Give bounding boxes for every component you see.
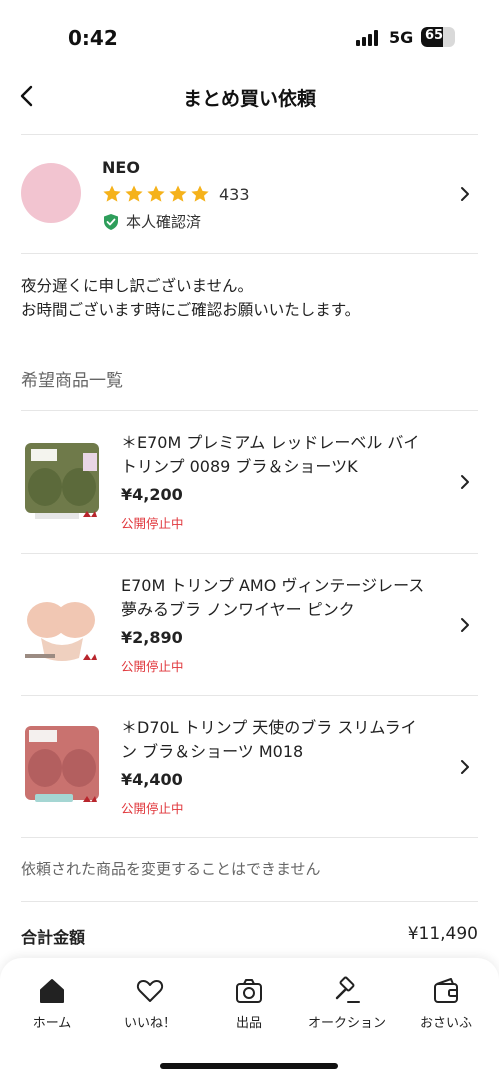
nav-bar: まとめ買い依頼 [0, 70, 499, 124]
home-indicator [160, 1063, 338, 1069]
verified-label: 本人確認済 [126, 213, 202, 231]
star-icon [103, 185, 121, 202]
rating-stars [102, 184, 210, 204]
product-thumbnail [21, 722, 103, 810]
request-message: 夜分遅くに申し訳ございません。 お時間ございます時にご確認お願いいたします。 [21, 274, 360, 322]
bottom-tab-bar: ホーム いいね！ 出品 オークション おさいふ [0, 958, 499, 1080]
product-status: 公開停止中 [121, 659, 184, 674]
product-title: E70M トリンプ AMO ヴィンテージレース 夢みるブラ ノンワイヤー ピンク [121, 576, 425, 619]
tab-wallet[interactable]: おさいふ [396, 976, 496, 1031]
message-line: お時間ございます時にご確認お願いいたします。 [21, 301, 361, 319]
product-title: ＊E70M プレミアム レッドレーベル バイ トリンプ 0089 ブラ＆ショーツ… [121, 433, 420, 476]
total-label: 合計金額 [21, 928, 86, 947]
tab-likes[interactable]: いいね！ [100, 976, 200, 1031]
star-icon [147, 185, 165, 202]
chevron-right-icon [461, 187, 469, 201]
tab-label: オークション [307, 1016, 386, 1031]
product-thumbnail [21, 580, 103, 668]
verified-badge: 本人確認済 [102, 211, 201, 232]
home-icon [40, 979, 64, 1003]
wallet-icon [434, 978, 458, 1003]
user-name: NEO [102, 158, 140, 177]
camera-icon [236, 979, 262, 1003]
network-label: 5G [389, 28, 414, 47]
chevron-right-icon [461, 618, 469, 632]
product-item[interactable]: ＊E70M プレミアム レッドレーベル バイ トリンプ 0089 ブラ＆ショーツ… [0, 411, 499, 553]
message-line: 夜分遅くに申し訳ございません。 [21, 277, 254, 295]
divider [21, 253, 478, 254]
star-icon [125, 185, 143, 202]
product-price: ¥2,890 [121, 628, 183, 647]
tab-label: ホーム [32, 1016, 72, 1031]
star-icon [169, 185, 187, 202]
divider [21, 901, 478, 902]
total-value: ¥11,490 [407, 924, 478, 944]
divider [21, 134, 478, 135]
tab-sell[interactable]: 出品 [199, 976, 299, 1031]
status-time: 0:42 [68, 26, 118, 50]
tab-home[interactable]: ホーム [2, 976, 102, 1031]
product-thumbnail [21, 437, 103, 525]
shield-check-icon [104, 213, 118, 230]
product-item[interactable]: E70M トリンプ AMO ヴィンテージレース 夢みるブラ ノンワイヤー ピンク… [0, 554, 499, 696]
product-status: 公開停止中 [121, 516, 184, 531]
section-title: 希望商品一覧 [21, 371, 123, 391]
signal-icon [356, 30, 382, 46]
tab-auction[interactable]: オークション [297, 976, 397, 1031]
avatar [21, 163, 81, 223]
page-title: まとめ買い依頼 [182, 88, 316, 110]
product-title: ＊D70L トリンプ 天使のブラ スリムライン ブラ＆ショーツ M018 [121, 718, 417, 761]
status-bar: 0:42 5G 65 [0, 0, 499, 70]
tab-label: おさいふ [419, 1016, 472, 1031]
rating-count: 433 [219, 185, 250, 204]
battery-icon: 65 [421, 27, 455, 47]
product-price: ¥4,400 [121, 770, 183, 789]
tab-label: いいね！ [123, 1016, 176, 1031]
user-profile-row[interactable]: NEO 433 本人確認済 [0, 140, 499, 250]
tab-label: 出品 [235, 1016, 262, 1031]
chevron-right-icon [461, 475, 469, 489]
product-price: ¥4,200 [121, 485, 183, 504]
divider [21, 837, 478, 838]
product-status: 公開停止中 [121, 801, 184, 816]
star-icon [191, 185, 209, 202]
battery-level: 65 [424, 28, 444, 43]
chevron-right-icon [461, 760, 469, 774]
heart-icon [136, 980, 164, 1002]
gavel-icon [335, 976, 360, 1003]
product-item[interactable]: ＊D70L トリンプ 天使のブラ スリムライン ブラ＆ショーツ M018 ¥4,… [0, 696, 499, 838]
notice-text: 依頼された商品を変更することはできません [21, 860, 321, 878]
